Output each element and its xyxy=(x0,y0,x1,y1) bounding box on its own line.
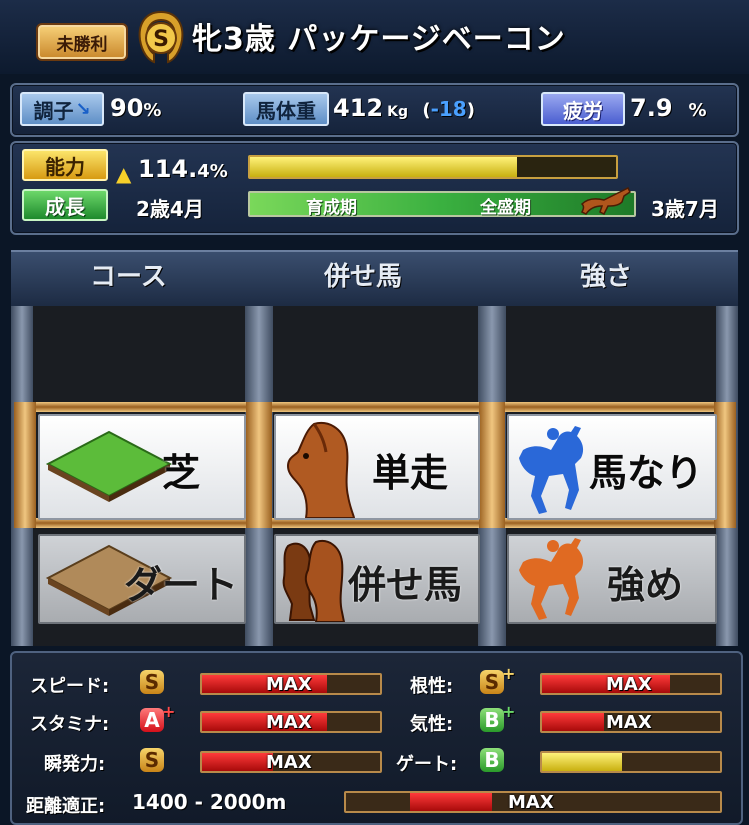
weight-label: 馬体重 xyxy=(243,92,329,126)
tab-partner[interactable]: 併せ馬 xyxy=(324,256,402,293)
speed-label: スピード: xyxy=(30,676,110,697)
option-easy-button[interactable]: 馬なり xyxy=(507,414,717,520)
burst-label: 瞬発力: xyxy=(44,754,106,775)
grade-emblem: S xyxy=(134,8,188,66)
distance-value: 1400 - 2000m xyxy=(132,790,287,814)
option-dirt-label: ダート xyxy=(124,563,239,607)
guts-label: 根性: xyxy=(410,676,454,697)
condition-value: 90% xyxy=(110,94,162,122)
growth-start: 2歳4月 xyxy=(136,197,204,221)
temper-grade: B xyxy=(480,708,504,732)
arrow-up-icon: ▲ xyxy=(116,162,132,186)
ability-bar xyxy=(248,155,618,179)
tab-course[interactable]: コース xyxy=(90,256,167,293)
temper-plus: + xyxy=(502,702,516,721)
option-hard-button[interactable]: 強め xyxy=(507,534,717,624)
option-turf-button[interactable]: 芝 xyxy=(38,414,246,520)
selection-frame-top xyxy=(14,402,736,412)
rank-badge: 未勝利 xyxy=(36,23,128,61)
turf-tile-icon xyxy=(45,430,173,502)
gate-grade: B xyxy=(480,748,504,772)
growth-label: 成長 xyxy=(22,189,108,221)
gate-bar xyxy=(540,751,722,773)
option-hard-label: 強め xyxy=(607,563,684,607)
option-solo-label: 単走 xyxy=(372,451,449,495)
burst-grade: S xyxy=(140,748,164,772)
stamina-label: スタミナ: xyxy=(30,714,110,735)
speed-bar-text: MAX xyxy=(266,674,312,695)
ability-value: 114.4% xyxy=(138,155,228,183)
option-solo-button[interactable]: 単走 xyxy=(274,414,480,520)
weight-value: 412 Kg (-18) xyxy=(333,94,475,122)
option-partner-button[interactable]: 併せ馬 xyxy=(274,534,480,624)
horse-name: 牝3歳 パッケージベーコン xyxy=(192,22,566,57)
horseshoe-icon: S xyxy=(138,10,184,64)
stamina-bar-text: MAX xyxy=(266,712,312,733)
temper-bar-text: MAX xyxy=(606,712,652,733)
ability-label: 能力 xyxy=(22,149,108,181)
growth-phase-1: 育成期 xyxy=(306,198,357,218)
selection-frame-mid1 xyxy=(246,402,272,528)
option-easy-label: 馬なり xyxy=(589,451,704,495)
selection-frame-left xyxy=(14,402,36,528)
jockey-blue-icon xyxy=(519,426,584,514)
fatigue-value: 7.9% xyxy=(630,94,707,122)
condition-label-text: 調子 xyxy=(33,98,74,123)
selection-frame-right xyxy=(714,402,736,528)
guts-bar-text: MAX xyxy=(606,674,652,695)
guts-plus: + xyxy=(502,664,516,683)
guts-grade: S xyxy=(480,670,504,694)
jockey-orange-icon xyxy=(519,538,584,620)
grade-emblem-letter: S xyxy=(153,27,169,52)
gate-label: ゲート: xyxy=(396,754,458,775)
condition-label: 調子 ↘ xyxy=(20,92,104,126)
ability-bar-fill xyxy=(250,157,518,177)
weight-change: -18 xyxy=(430,97,467,121)
option-dirt-button[interactable]: ダート xyxy=(38,534,246,624)
option-partner-label: 併せ馬 xyxy=(348,563,463,607)
distance-bar-fill xyxy=(409,793,492,811)
running-horse-icon xyxy=(578,184,634,220)
stamina-plus: + xyxy=(162,702,176,721)
arrow-down-right-icon: ↘ xyxy=(75,98,91,120)
burst-bar-text: MAX xyxy=(266,752,312,773)
selection-frame-mid2 xyxy=(479,402,505,528)
gate-bar-fill xyxy=(542,753,623,771)
distance-label: 距離適正: xyxy=(26,796,106,817)
growth-phase-2: 全盛期 xyxy=(480,198,531,218)
temper-bar-fill xyxy=(542,713,605,731)
horse-head-icon xyxy=(286,422,356,518)
option-turf-label: 芝 xyxy=(162,451,201,495)
speed-grade: S xyxy=(140,670,164,694)
distance-bar-text: MAX xyxy=(508,792,554,813)
stamina-grade: A xyxy=(140,708,164,732)
growth-end: 3歳7月 xyxy=(651,197,719,221)
burst-bar-fill xyxy=(202,753,274,771)
temper-label: 気性: xyxy=(410,714,454,735)
fatigue-label: 疲労 xyxy=(541,92,625,126)
tab-intensity[interactable]: 強さ xyxy=(580,256,632,293)
